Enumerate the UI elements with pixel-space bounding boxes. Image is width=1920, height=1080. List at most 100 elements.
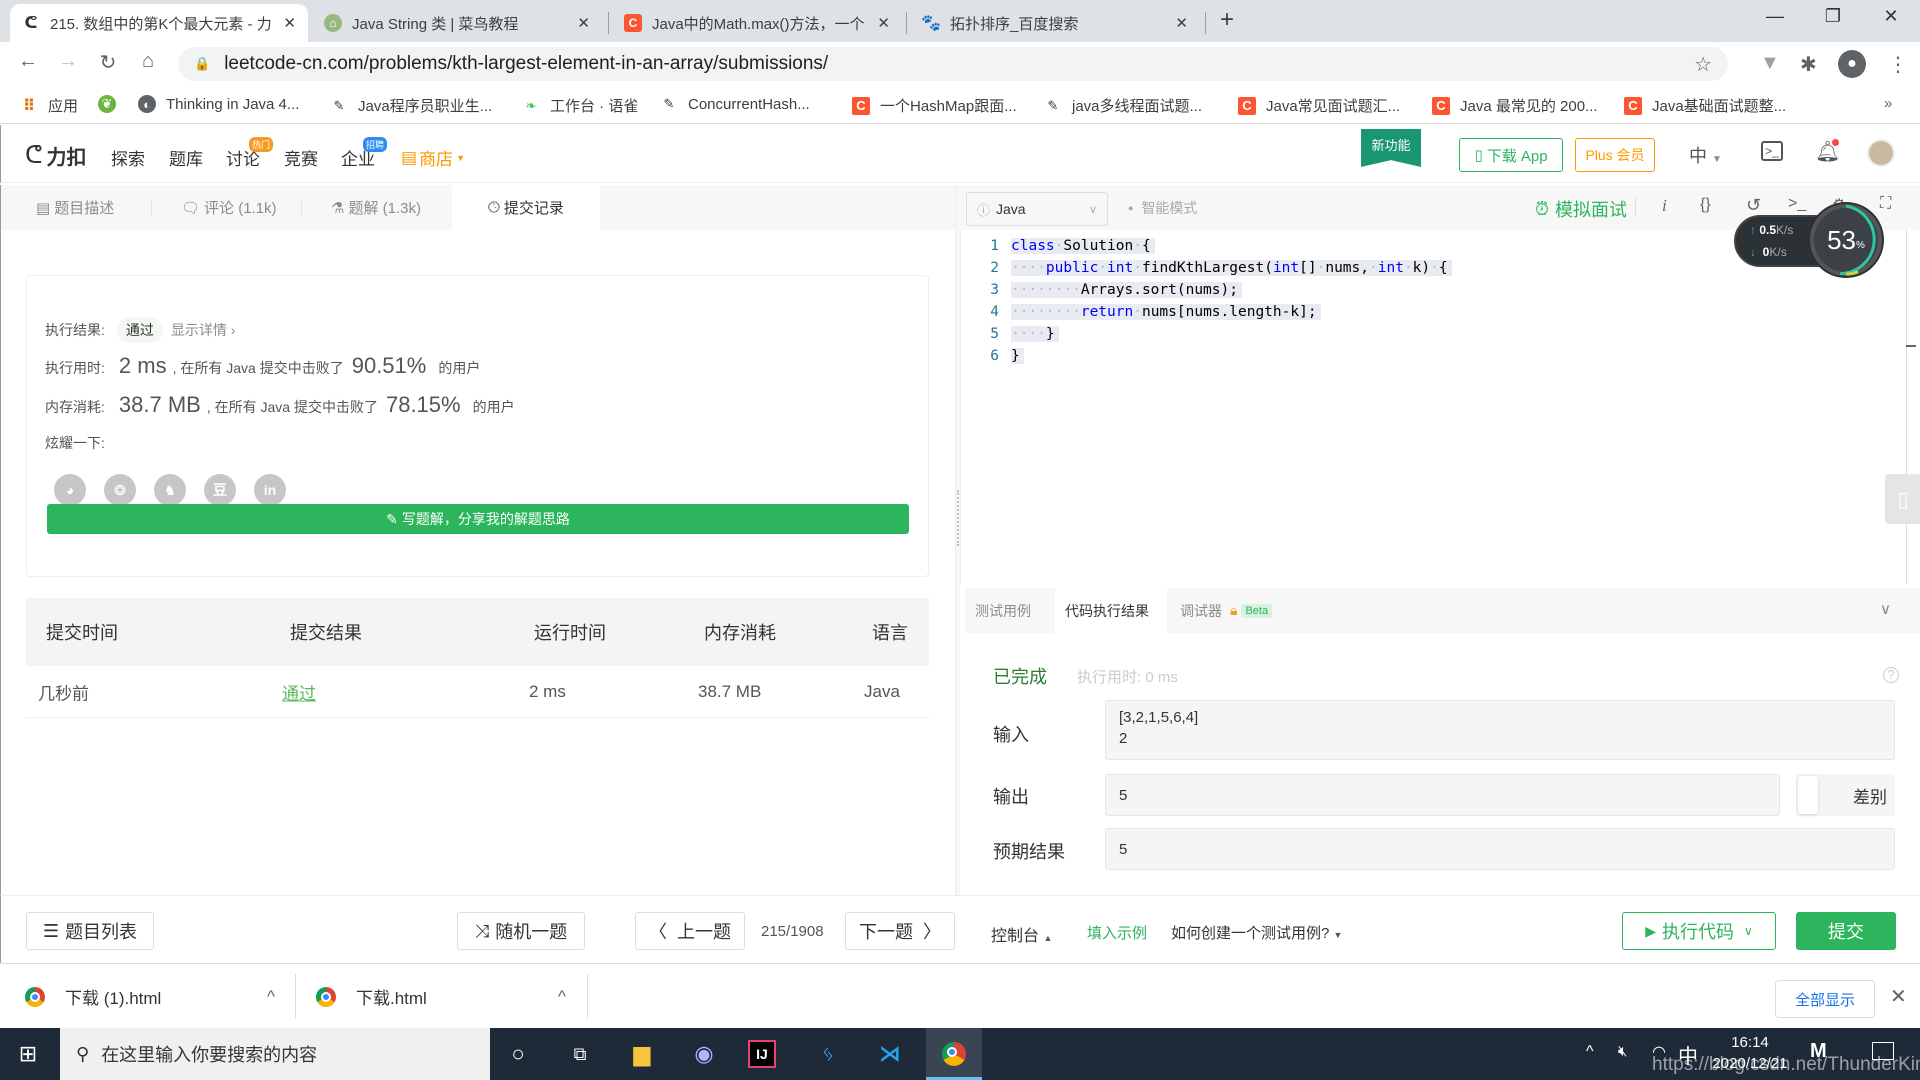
douban-icon[interactable]: 豆 bbox=[204, 474, 236, 506]
linkedin-icon[interactable]: in bbox=[254, 474, 286, 506]
code-editor[interactable]: 1 class·Solution·{ 2 ····public·int·find… bbox=[960, 230, 1920, 585]
nav-contest[interactable]: 竞赛 bbox=[284, 145, 318, 170]
submission-result-link[interactable]: 通过 bbox=[282, 679, 316, 704]
bookmark-star-icon[interactable]: ☆ bbox=[1694, 52, 1712, 77]
browser-tab-baidu[interactable]: 🐾 拓扑排序_百度搜索 ✕ bbox=[910, 4, 1200, 42]
home-button[interactable]: ⌂ bbox=[134, 50, 162, 73]
close-tab-icon[interactable]: ✕ bbox=[877, 14, 890, 32]
submit-button[interactable]: 提交 bbox=[1796, 912, 1896, 950]
next-problem-button[interactable]: 下一题〉 bbox=[845, 912, 955, 950]
close-tab-icon[interactable]: ✕ bbox=[1175, 14, 1188, 32]
bookmark-thinking-in-java[interactable]: ◐ Thinking in Java 4... bbox=[138, 95, 299, 113]
nav-explore[interactable]: 探索 bbox=[111, 145, 145, 170]
terminal-icon[interactable]: >_ bbox=[1788, 195, 1806, 213]
windows-start-icon[interactable]: ⊞ bbox=[10, 1036, 46, 1072]
language-switch[interactable]: 中 ▼ bbox=[1689, 142, 1722, 168]
mock-interview-button[interactable]: ⏰︎ 模拟面试 bbox=[1535, 196, 1627, 222]
chevron-up-icon[interactable]: ^ bbox=[558, 987, 566, 1007]
eclipse-icon[interactable]: ◉ bbox=[686, 1036, 722, 1072]
reset-icon[interactable]: ↺ bbox=[1746, 195, 1761, 216]
bookmark-java-basics[interactable]: C Java基础面试题整... bbox=[1624, 95, 1786, 116]
note-side-button[interactable]: ▯ bbox=[1885, 474, 1920, 524]
wechat-icon[interactable]: ◕ bbox=[54, 474, 86, 506]
download-app-button[interactable]: ▯ 下载 App bbox=[1459, 138, 1563, 172]
chevron-up-icon[interactable]: ^ bbox=[267, 987, 275, 1007]
tray-chevron-icon[interactable]: ^ bbox=[1586, 1043, 1594, 1061]
collapse-chevron-icon[interactable]: ∨ bbox=[1880, 600, 1891, 618]
download-item[interactable]: 下载 (1).html ^ bbox=[25, 964, 295, 1029]
browser-tab-runoob[interactable]: ⌂ Java String 类 | 菜鸟教程 ✕ bbox=[312, 4, 602, 42]
close-shelf-icon[interactable]: ✕ bbox=[1890, 984, 1907, 1009]
reload-button[interactable]: ↻ bbox=[94, 50, 122, 75]
chrome-taskbar-button[interactable] bbox=[926, 1028, 982, 1080]
tab-debugger[interactable]: 调试器 🔒︎ Beta bbox=[1170, 588, 1282, 633]
tab-testcase[interactable]: 测试用例 bbox=[965, 588, 1041, 633]
browser-tab-leetcode[interactable]: ᕦ 215. 数组中的第K个最大元素 - 力 ✕ bbox=[10, 4, 308, 42]
extensions-icon[interactable]: ✱ bbox=[1800, 52, 1817, 77]
tab-run-result[interactable]: 代码执行结果 bbox=[1055, 588, 1167, 633]
new-feature-ribbon[interactable]: 新功能 bbox=[1361, 129, 1421, 167]
tab-comments[interactable]: 🗨︎ 评论 (1.1k) bbox=[181, 185, 277, 230]
plus-member-button[interactable]: Plus 会员 bbox=[1575, 138, 1655, 172]
new-tab-button[interactable]: + bbox=[1220, 6, 1234, 34]
back-button[interactable]: ← bbox=[14, 50, 42, 73]
bookmark-java-200[interactable]: C Java 最常见的 200... bbox=[1432, 95, 1598, 116]
bookmark-yuque[interactable]: ❧ 工作台 · 语雀 bbox=[522, 95, 639, 116]
nav-problems[interactable]: 题库 bbox=[169, 145, 203, 170]
task-view-icon[interactable]: ⧉ bbox=[562, 1036, 598, 1072]
download-item[interactable]: 下载.html ^ bbox=[316, 964, 586, 1029]
random-problem-button[interactable]: ⤨ 随机一题 bbox=[457, 912, 585, 950]
close-window-button[interactable]: ✕ bbox=[1876, 6, 1906, 32]
vue-devtools-icon[interactable]: ▼ bbox=[1760, 52, 1780, 75]
tab-submissions[interactable]: 🕓︎ 提交记录 bbox=[452, 185, 600, 230]
bookmark-java-threads[interactable]: ✎ java多线程面试题... bbox=[1044, 95, 1202, 116]
tab-solutions[interactable]: ⚗︎ 题解 (1.3k) bbox=[331, 185, 421, 230]
bookmark-java-common[interactable]: C Java常见面试题汇... bbox=[1238, 95, 1400, 116]
tab-description[interactable]: ▤ 题目描述 bbox=[36, 185, 114, 230]
editor-scrollbar-track[interactable] bbox=[1906, 230, 1907, 585]
vscode-icon[interactable]: ⋊ bbox=[872, 1036, 908, 1072]
table-row[interactable]: 几秒前 通过 2 ms 38.7 MB Java bbox=[26, 666, 929, 718]
weibo-icon[interactable]: ❂ bbox=[104, 474, 136, 506]
memory-usage-gauge[interactable]: 53% bbox=[1810, 204, 1882, 276]
leetcode-logo[interactable]: ᕦ 力扣 bbox=[25, 141, 87, 170]
bookmark-apps[interactable]: ⠿ 应用 bbox=[20, 95, 78, 116]
bookmark-concurrenthash[interactable]: ✎ ConcurrentHash... bbox=[660, 95, 810, 113]
profile-icon[interactable]: ● bbox=[1838, 50, 1866, 78]
console-toggle[interactable]: 控制台 ▲ bbox=[991, 922, 1052, 946]
smart-mode-toggle[interactable]: ● 智能模式 bbox=[1128, 198, 1197, 218]
help-icon[interactable]: ? bbox=[1883, 667, 1899, 683]
run-code-button[interactable]: ▶ 执行代码 ∨ bbox=[1622, 912, 1776, 950]
restore-button[interactable]: ❐ bbox=[1818, 6, 1848, 32]
address-bar[interactable]: 🔒 leetcode-cn.com/problems/kth-largest-e… bbox=[178, 47, 1728, 81]
playground-icon[interactable]: >_ bbox=[1761, 141, 1783, 161]
file-explorer-icon[interactable]: ▆ bbox=[624, 1036, 660, 1072]
taskbar-search[interactable]: ⚲ 在这里输入你要搜索的内容 bbox=[60, 1028, 490, 1080]
prev-problem-button[interactable]: 〈上一题 bbox=[635, 912, 745, 950]
cortana-icon[interactable]: ○ bbox=[500, 1036, 536, 1072]
minimize-button[interactable]: — bbox=[1760, 6, 1790, 32]
write-solution-button[interactable]: ✎ 写题解，分享我的解题思路 bbox=[47, 504, 909, 534]
qq-icon[interactable]: ♞ bbox=[154, 474, 186, 506]
close-tab-icon[interactable]: ✕ bbox=[283, 14, 296, 32]
bookmark-hashmap[interactable]: C 一个HashMap跟面... bbox=[852, 95, 1017, 116]
nav-store[interactable]: ▤ 商店 ▼ bbox=[401, 145, 465, 170]
problem-list-button[interactable]: ☰ 题目列表 bbox=[26, 912, 154, 950]
how-to-testcase-link[interactable]: 如何创建一个测试用例? ▼ bbox=[1171, 922, 1342, 943]
language-select[interactable]: ⓘ Java ∨ bbox=[966, 192, 1108, 226]
format-braces-icon[interactable]: {} bbox=[1700, 196, 1711, 214]
browser-app-icon[interactable]: ᛃ bbox=[810, 1036, 846, 1072]
close-tab-icon[interactable]: ✕ bbox=[577, 14, 590, 32]
info-icon[interactable]: i bbox=[1662, 196, 1667, 216]
bookmark-spring[interactable]: ❦ bbox=[98, 95, 126, 113]
menu-kebab-icon[interactable]: ⋮ bbox=[1888, 52, 1908, 77]
diff-toggle[interactable]: 差别 bbox=[1796, 774, 1895, 816]
fill-example-link[interactable]: 填入示例 bbox=[1087, 922, 1147, 943]
browser-tab-csdn[interactable]: C Java中的Math.max()方法，一个 ✕ bbox=[612, 4, 902, 42]
user-avatar[interactable] bbox=[1867, 139, 1895, 167]
show-details-link[interactable]: 显示详情 › bbox=[171, 320, 236, 340]
bookmark-java-career[interactable]: ✎ Java程序员职业生... bbox=[330, 95, 493, 116]
intellij-icon[interactable]: IJ bbox=[748, 1040, 776, 1068]
bookmarks-overflow-button[interactable]: » bbox=[1884, 95, 1892, 112]
forward-button[interactable]: → bbox=[54, 50, 82, 73]
